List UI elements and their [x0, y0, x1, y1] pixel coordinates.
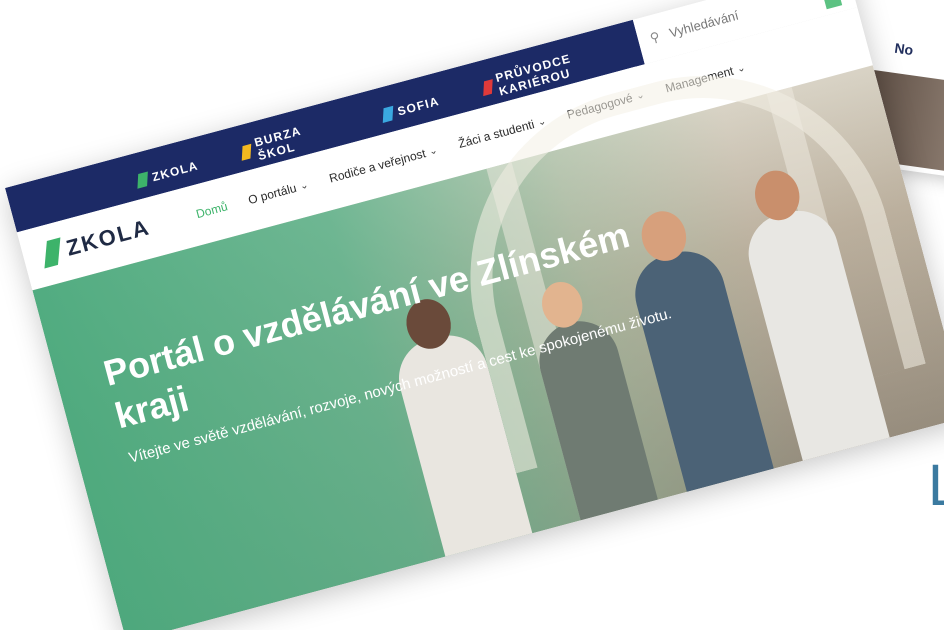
burza-mark-icon	[242, 143, 252, 161]
edge-letter: L	[928, 452, 944, 519]
zkola-logo-icon	[44, 237, 61, 269]
secondary-screenshot-text: No	[893, 39, 915, 59]
site-logo[interactable]: ZKOLA	[42, 214, 153, 269]
sofia-mark-icon	[382, 105, 394, 123]
nav-item-domu[interactable]: Domů	[195, 199, 230, 221]
search-input[interactable]: Vyhledávání	[668, 8, 741, 41]
chevron-down-icon: ⌄	[298, 179, 310, 192]
zkola-logo-link[interactable]: ZKOLA	[136, 159, 200, 189]
site-name: ZKOLA	[63, 214, 153, 261]
nav-item-rodice[interactable]: Rodiče a veřejnost ⌄	[328, 143, 440, 185]
pruvodce-mark-icon	[483, 78, 494, 97]
search-button[interactable]	[817, 0, 843, 10]
sofia-logo-link[interactable]: SOFIA	[382, 93, 441, 123]
logo-label: SOFIA	[396, 93, 441, 119]
search-icon: ⚲	[648, 28, 662, 46]
nav-item-label: O portálu	[246, 180, 299, 208]
logo-label: ZKOLA	[150, 158, 200, 185]
nav-item-label: Domů	[194, 199, 230, 222]
nav-item-o-portalu[interactable]: O portálu ⌄	[246, 178, 310, 208]
website-screenshot: ZKOLA BURZA ŠKOL SOFIA PRŮVODCE KARIÉROU…	[5, 0, 944, 630]
nav-item-label: Rodiče a veřejnost	[327, 146, 428, 186]
chevron-down-icon: ⌄	[427, 144, 439, 158]
chevron-down-icon: ⌄	[735, 61, 747, 75]
zkola-mark-icon	[137, 171, 148, 189]
